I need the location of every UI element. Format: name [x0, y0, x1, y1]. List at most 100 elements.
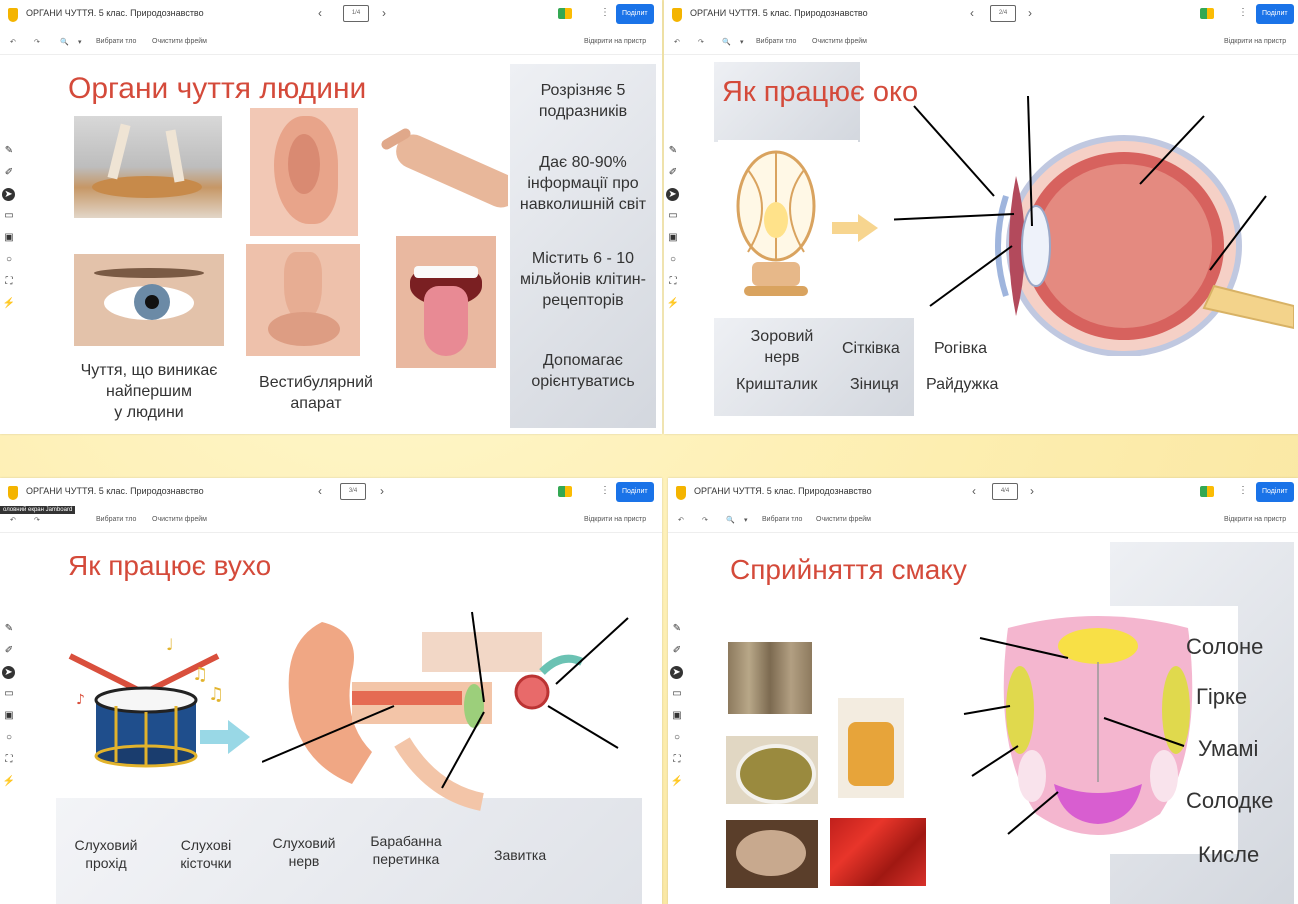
- eraser-tool-icon[interactable]: ✐: [666, 162, 680, 184]
- frame-indicator[interactable]: 1/4: [343, 5, 369, 22]
- slide-canvas[interactable]: Органи чуття людини Чуття, що виникає на…: [60, 64, 656, 428]
- redo-icon[interactable]: ↷: [34, 38, 40, 46]
- laser-tool-icon[interactable]: ⚡: [666, 293, 680, 315]
- top-bar: ОРГАНИ ЧУТТЯ. 5 клас. Природознавство ‹ …: [668, 478, 1298, 509]
- jamboard-panel-2: ОРГАНИ ЧУТТЯ. 5 клас. Природознавство ‹ …: [664, 0, 1298, 434]
- chili-photo: [830, 818, 926, 886]
- slide-title: Як працює око: [722, 76, 919, 108]
- shape-tool-icon[interactable]: ○: [2, 249, 16, 271]
- more-options-icon[interactable]: ⋮: [1238, 7, 1248, 18]
- sticky-note-tool-icon[interactable]: ▭: [2, 683, 16, 705]
- shape-tool-icon[interactable]: ○: [2, 727, 16, 749]
- cochlea-label: Завитка: [494, 847, 547, 863]
- meet-icon[interactable]: [1200, 486, 1214, 497]
- redo-icon[interactable]: ↷: [34, 516, 40, 524]
- open-on-device-button[interactable]: Відкрити на пристр: [584, 516, 646, 523]
- pen-tool-icon[interactable]: ✎: [2, 140, 16, 162]
- more-options-icon[interactable]: ⋮: [600, 7, 610, 18]
- prev-frame-button[interactable]: ‹: [972, 484, 976, 498]
- redo-icon[interactable]: ↷: [698, 38, 704, 46]
- meet-icon[interactable]: [558, 8, 572, 19]
- sticky-note-tool-icon[interactable]: ▭: [670, 683, 684, 705]
- text-box-tool-icon[interactable]: ⛶: [670, 749, 684, 771]
- more-options-icon[interactable]: ⋮: [600, 485, 610, 496]
- clear-frame-button[interactable]: Очистити фрейм: [152, 38, 207, 45]
- pen-tool-icon[interactable]: ✎: [2, 618, 16, 640]
- set-background-button[interactable]: Вибрати тло: [96, 516, 136, 523]
- select-tool-icon[interactable]: ➤: [2, 188, 15, 201]
- ossicles-label: Слухові кісточки: [180, 837, 232, 871]
- clear-frame-button[interactable]: Очистити фрейм: [812, 38, 867, 45]
- open-on-device-button[interactable]: Відкрити на пристр: [584, 38, 646, 45]
- select-tool-icon[interactable]: ➤: [2, 666, 15, 679]
- meet-icon[interactable]: [1200, 8, 1214, 19]
- zoom-icon[interactable]: 🔍: [60, 38, 69, 46]
- meet-icon[interactable]: [558, 486, 572, 497]
- tongue-photo: [396, 236, 496, 368]
- share-button[interactable]: Поділит: [616, 482, 654, 502]
- redo-icon[interactable]: ↷: [702, 516, 708, 524]
- select-tool-icon[interactable]: ➤: [666, 188, 679, 201]
- share-button[interactable]: Поділит: [1256, 4, 1294, 24]
- image-tool-icon[interactable]: ▣: [2, 705, 16, 727]
- text-box-tool-icon[interactable]: ⛶: [666, 271, 680, 293]
- zoom-caret-icon[interactable]: ▾: [78, 38, 82, 46]
- shape-tool-icon[interactable]: ○: [670, 727, 684, 749]
- vestibular-label: Вестибулярний апарат: [259, 374, 373, 412]
- umami-label: Умамі: [1198, 736, 1259, 761]
- image-tool-icon[interactable]: ▣: [670, 705, 684, 727]
- text-box-tool-icon[interactable]: ⛶: [2, 271, 16, 293]
- text-box-tool-icon[interactable]: ⛶: [2, 749, 16, 771]
- undo-icon[interactable]: ↶: [678, 516, 684, 524]
- prev-frame-button[interactable]: ‹: [318, 6, 322, 20]
- select-tool-icon[interactable]: ➤: [670, 666, 683, 679]
- set-background-button[interactable]: Вибрати тло: [96, 38, 136, 45]
- retina-label: Сітківка: [842, 340, 900, 357]
- frame-indicator[interactable]: 3/4: [340, 483, 366, 500]
- undo-icon[interactable]: ↶: [674, 38, 680, 46]
- clear-frame-button[interactable]: Очистити фрейм: [816, 516, 871, 523]
- sweet-label: Солодке: [1186, 788, 1274, 813]
- sticky-note-tool-icon[interactable]: ▭: [2, 205, 16, 227]
- svg-text:♩: ♩: [166, 635, 174, 654]
- eraser-tool-icon[interactable]: ✐: [670, 640, 684, 662]
- frame-indicator[interactable]: 2/4: [990, 5, 1016, 22]
- image-tool-icon[interactable]: ▣: [2, 227, 16, 249]
- laser-tool-icon[interactable]: ⚡: [2, 293, 16, 315]
- slide-canvas[interactable]: Сприйняття смаку Солоне Гірке Умамі Соло…: [720, 542, 1294, 904]
- share-button[interactable]: Поділит: [616, 4, 654, 24]
- open-on-device-button[interactable]: Відкрити на пристр: [1224, 38, 1286, 45]
- shape-tool-icon[interactable]: ○: [666, 249, 680, 271]
- clear-frame-button[interactable]: Очистити фрейм: [152, 516, 207, 523]
- eraser-tool-icon[interactable]: ✐: [2, 640, 16, 662]
- next-frame-button[interactable]: ›: [380, 484, 384, 498]
- zoom-icon[interactable]: 🔍: [722, 38, 731, 46]
- next-frame-button[interactable]: ›: [382, 6, 386, 20]
- sticky-note-tool-icon[interactable]: ▭: [666, 205, 680, 227]
- image-tool-icon[interactable]: ▣: [666, 227, 680, 249]
- eraser-tool-icon[interactable]: ✐: [2, 162, 16, 184]
- open-on-device-button[interactable]: Відкрити на пристр: [1224, 516, 1286, 523]
- pen-tool-icon[interactable]: ✎: [666, 140, 680, 162]
- frame-indicator[interactable]: 4/4: [992, 483, 1018, 500]
- edit-toolbar: ↶ ↷ 🔍 ▾ Вибрати тло Очистити фрейм Відкр…: [664, 30, 1298, 55]
- more-options-icon[interactable]: ⋮: [1238, 485, 1248, 496]
- share-button[interactable]: Поділит: [1256, 482, 1294, 502]
- next-frame-button[interactable]: ›: [1030, 484, 1034, 498]
- pen-tool-icon[interactable]: ✎: [670, 618, 684, 640]
- laser-tool-icon[interactable]: ⚡: [670, 771, 684, 793]
- tooltip: оловний екран Jamboard: [0, 506, 76, 514]
- set-background-button[interactable]: Вибрати тло: [762, 516, 802, 523]
- set-background-button[interactable]: Вибрати тло: [756, 38, 796, 45]
- zoom-icon[interactable]: 🔍: [726, 516, 735, 524]
- zoom-caret-icon[interactable]: ▾: [744, 516, 748, 524]
- laser-tool-icon[interactable]: ⚡: [2, 771, 16, 793]
- zoom-caret-icon[interactable]: ▾: [740, 38, 744, 46]
- undo-icon[interactable]: ↶: [10, 516, 16, 524]
- prev-frame-button[interactable]: ‹: [970, 6, 974, 20]
- next-frame-button[interactable]: ›: [1028, 6, 1032, 20]
- slide-canvas[interactable]: Як працює око Зоровий нерв Сітківка Рогі…: [714, 62, 1294, 416]
- prev-frame-button[interactable]: ‹: [318, 484, 322, 498]
- slide-canvas[interactable]: Як працює вухо ♫ ♩ ♪ ♫ Слуховий прохід С…: [56, 538, 642, 904]
- undo-icon[interactable]: ↶: [10, 38, 16, 46]
